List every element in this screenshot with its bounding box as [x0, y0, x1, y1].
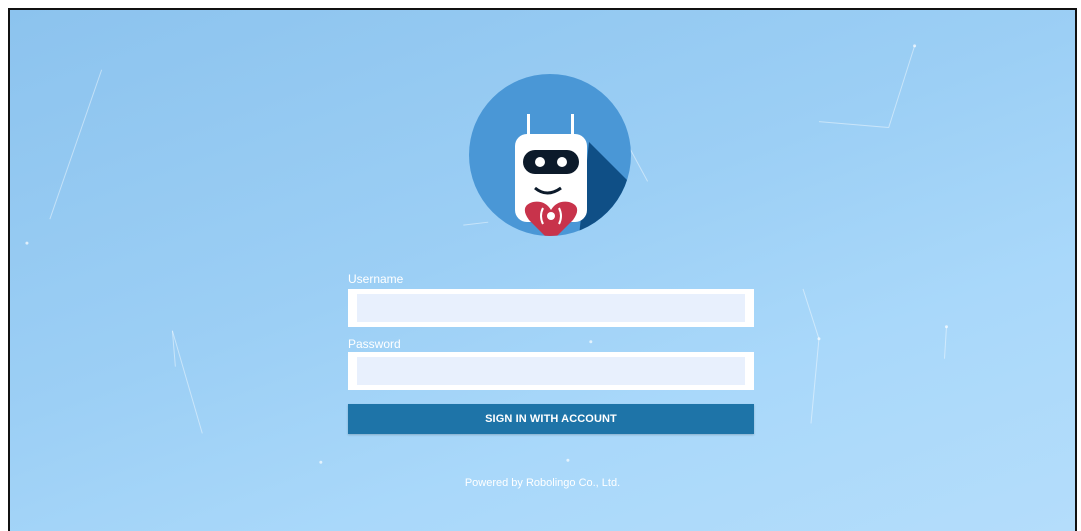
username-label: Username	[348, 272, 404, 286]
robot-heart-logo-icon	[469, 74, 631, 236]
login-page: Username Password SIGN IN WITH ACCOUNT P…	[8, 8, 1077, 531]
password-input[interactable]	[357, 357, 745, 385]
sign-in-button[interactable]: SIGN IN WITH ACCOUNT	[348, 404, 754, 434]
password-label: Password	[348, 337, 401, 351]
powered-by-footer: Powered by Robolingo Co., Ltd.	[464, 477, 621, 489]
username-input[interactable]	[357, 294, 745, 322]
username-field-container	[348, 289, 754, 327]
password-field-container	[348, 352, 754, 390]
